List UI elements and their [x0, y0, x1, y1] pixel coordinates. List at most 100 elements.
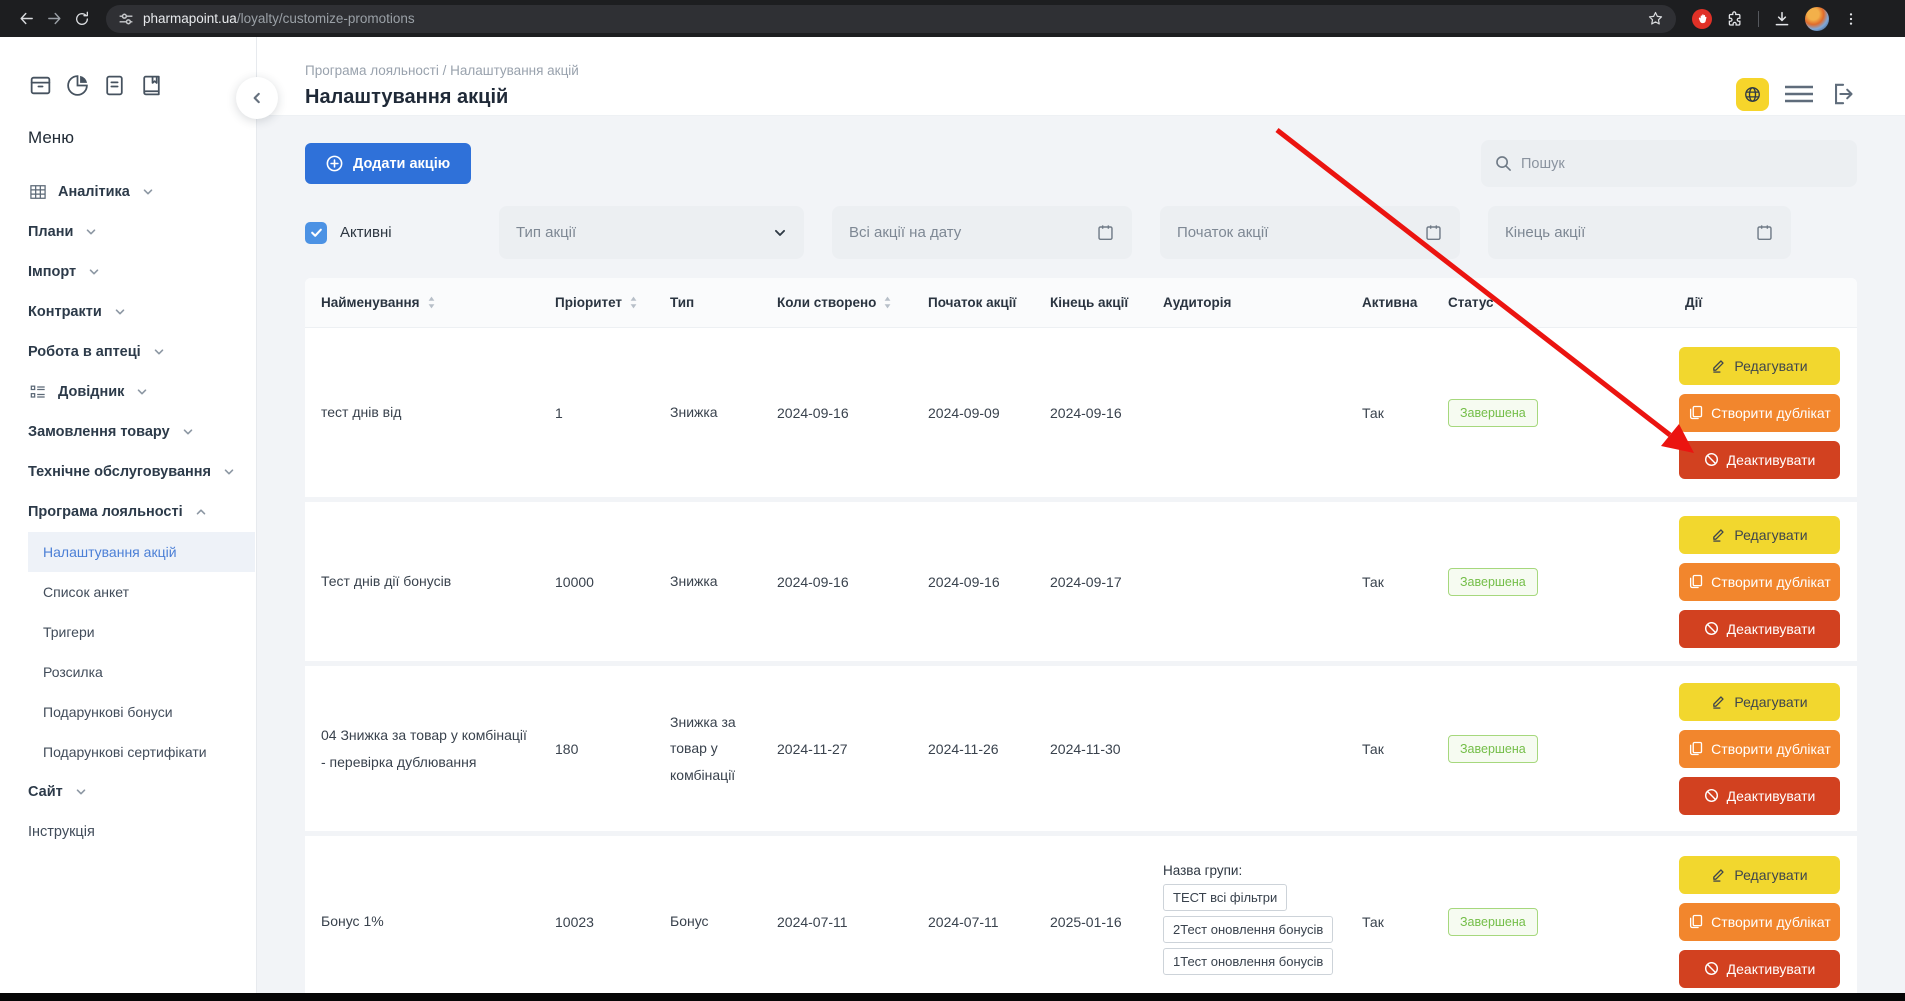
edit-button[interactable]: Редагувати	[1679, 516, 1840, 554]
sidebar-item-analytics[interactable]: Аналітика	[28, 172, 256, 212]
status-badge: Завершена	[1448, 908, 1538, 936]
forward-arrow-icon[interactable]	[40, 5, 68, 33]
promo-start-date-picker[interactable]: Початок акції	[1160, 206, 1460, 259]
duplicate-button[interactable]: Створити дублікат	[1679, 730, 1840, 768]
promo-active: Так	[1362, 405, 1448, 421]
adblock-hand-icon[interactable]	[1692, 9, 1712, 29]
search-input[interactable]	[1521, 156, 1843, 172]
url-bar[interactable]: pharmapoint.ua/loyalty/customize-promoti…	[106, 5, 1676, 33]
check-icon	[310, 226, 323, 239]
archive-icon[interactable]	[28, 73, 53, 98]
sidebar-item-label: Сайт	[28, 784, 63, 800]
promo-active: Так	[1362, 741, 1448, 757]
sidebar-item-plans[interactable]: Плани	[28, 212, 256, 252]
search-box[interactable]	[1481, 140, 1857, 187]
status-badge: Завершена	[1448, 735, 1538, 763]
chevron-down-icon	[142, 186, 154, 198]
sidebar-item-import[interactable]: Імпорт	[28, 252, 256, 292]
chevron-down-icon	[85, 226, 97, 238]
edit-button[interactable]: Редагувати	[1679, 347, 1840, 385]
hamburger-menu-icon[interactable]	[1784, 83, 1814, 105]
profile-avatar[interactable]	[1805, 7, 1829, 31]
duplicate-button[interactable]: Створити дублікат	[1679, 563, 1840, 601]
column-header-name[interactable]: Найменування	[321, 295, 555, 310]
promo-end: 2025-01-16	[1050, 914, 1163, 930]
sidebar-collapse-button[interactable]	[236, 77, 278, 119]
sidebar-item-label: Імпорт	[28, 264, 76, 280]
calendar-icon	[1096, 223, 1115, 242]
site-settings-icon[interactable]	[118, 11, 134, 27]
table-row: Бонус 1% 10023 Бонус 2024-07-11 2024-07-…	[305, 831, 1857, 1001]
duplicate-button[interactable]: Створити дублікат	[1679, 394, 1840, 432]
sidebar-item-gift-certificates[interactable]: Подарункові сертифікати	[28, 732, 255, 772]
edit-button[interactable]: Редагувати	[1679, 856, 1840, 894]
sidebar-item-directory[interactable]: Довідник	[28, 372, 256, 412]
reload-icon[interactable]	[68, 5, 96, 33]
sidebar-item-triggers[interactable]: Тригери	[28, 612, 255, 652]
browser-toolbar: pharmapoint.ua/loyalty/customize-promoti…	[0, 0, 1905, 37]
add-button-label: Додати акцію	[353, 156, 450, 172]
document-icon[interactable]	[102, 73, 127, 98]
sidebar-item-questionnaires[interactable]: Список анкет	[28, 572, 255, 612]
language-globe-button[interactable]	[1736, 78, 1769, 111]
promo-name: тест днів від	[321, 399, 555, 426]
promo-end: 2024-09-16	[1050, 405, 1163, 421]
sidebar-item-maintenance[interactable]: Технічне обслуговування	[28, 452, 256, 492]
promo-priority: 1	[555, 405, 670, 421]
logout-icon[interactable]	[1829, 81, 1855, 107]
bookmark-star-icon[interactable]	[1647, 10, 1664, 27]
promo-type: Бонус	[670, 908, 777, 935]
sidebar: Меню Аналітика Плани Імпорт Контракти Ро…	[0, 37, 257, 1001]
sort-arrows-icon[interactable]	[883, 295, 892, 310]
sort-arrows-icon[interactable]	[427, 295, 436, 310]
sidebar-item-loyalty-program[interactable]: Програма лояльності	[28, 492, 256, 532]
active-checkbox[interactable]	[305, 222, 327, 244]
status-badge: Завершена	[1448, 399, 1538, 427]
promotions-table: Найменування Пріоритет Тип Коли створено…	[305, 278, 1857, 1001]
sidebar-item-customize-promotions[interactable]: Налаштування акцій	[28, 532, 255, 572]
chevron-down-icon	[88, 266, 100, 278]
sidebar-item-site[interactable]: Сайт	[28, 772, 256, 812]
deactivate-button[interactable]: Деактивувати	[1679, 950, 1840, 988]
promo-end-date-picker[interactable]: Кінець акції	[1488, 206, 1791, 259]
deactivate-button[interactable]: Деактивувати	[1679, 610, 1840, 648]
sidebar-item-mailing[interactable]: Розсилка	[28, 652, 255, 692]
chevron-down-icon	[75, 786, 87, 798]
column-header-priority[interactable]: Пріоритет	[555, 295, 670, 310]
sidebar-item-gift-bonuses[interactable]: Подарункові бонуси	[28, 692, 255, 732]
promo-end: 2024-09-17	[1050, 574, 1163, 590]
promo-type-select[interactable]: Тип акції	[499, 206, 804, 259]
plus-circle-icon	[326, 155, 343, 172]
back-arrow-icon[interactable]	[12, 5, 40, 33]
edit-button[interactable]: Редагувати	[1679, 683, 1840, 721]
sidebar-item-pharmacy-work[interactable]: Робота в аптеці	[28, 332, 256, 372]
promo-priority: 10000	[555, 574, 670, 590]
copy-icon	[1688, 914, 1703, 929]
deactivate-button[interactable]: Деактивувати	[1679, 441, 1840, 479]
download-icon[interactable]	[1773, 10, 1791, 28]
audience-group-label: Назва групи:	[1163, 863, 1362, 878]
sort-arrows-icon[interactable]	[629, 295, 638, 310]
promos-on-date-picker[interactable]: Всі акції на дату	[832, 206, 1132, 259]
pie-chart-icon[interactable]	[65, 73, 90, 98]
add-promotion-button[interactable]: Додати акцію	[305, 143, 471, 184]
extensions-puzzle-icon[interactable]	[1726, 10, 1744, 28]
deactivate-button[interactable]: Деактивувати	[1679, 777, 1840, 815]
chevron-left-icon	[250, 91, 264, 105]
sidebar-item-label: Замовлення товару	[28, 424, 170, 440]
sidebar-item-goods-order[interactable]: Замовлення товару	[28, 412, 256, 452]
chevron-up-icon	[195, 506, 207, 518]
block-icon	[1704, 452, 1719, 467]
search-icon	[1495, 155, 1512, 172]
column-header-created[interactable]: Коли створено	[777, 295, 928, 310]
calendar-icon	[1755, 223, 1774, 242]
column-header-start: Початок акції	[928, 295, 1050, 310]
pencil-icon	[1711, 527, 1726, 542]
sidebar-item-contracts[interactable]: Контракти	[28, 292, 256, 332]
duplicate-button[interactable]: Створити дублікат	[1679, 903, 1840, 941]
promo-type: Знижка за товар у комбінації	[670, 709, 777, 789]
sidebar-item-instruction[interactable]: Інструкція	[28, 812, 256, 852]
menu-dots-icon[interactable]	[1843, 11, 1859, 27]
book-icon[interactable]	[139, 73, 164, 98]
end-date-placeholder: Кінець акції	[1505, 224, 1585, 241]
